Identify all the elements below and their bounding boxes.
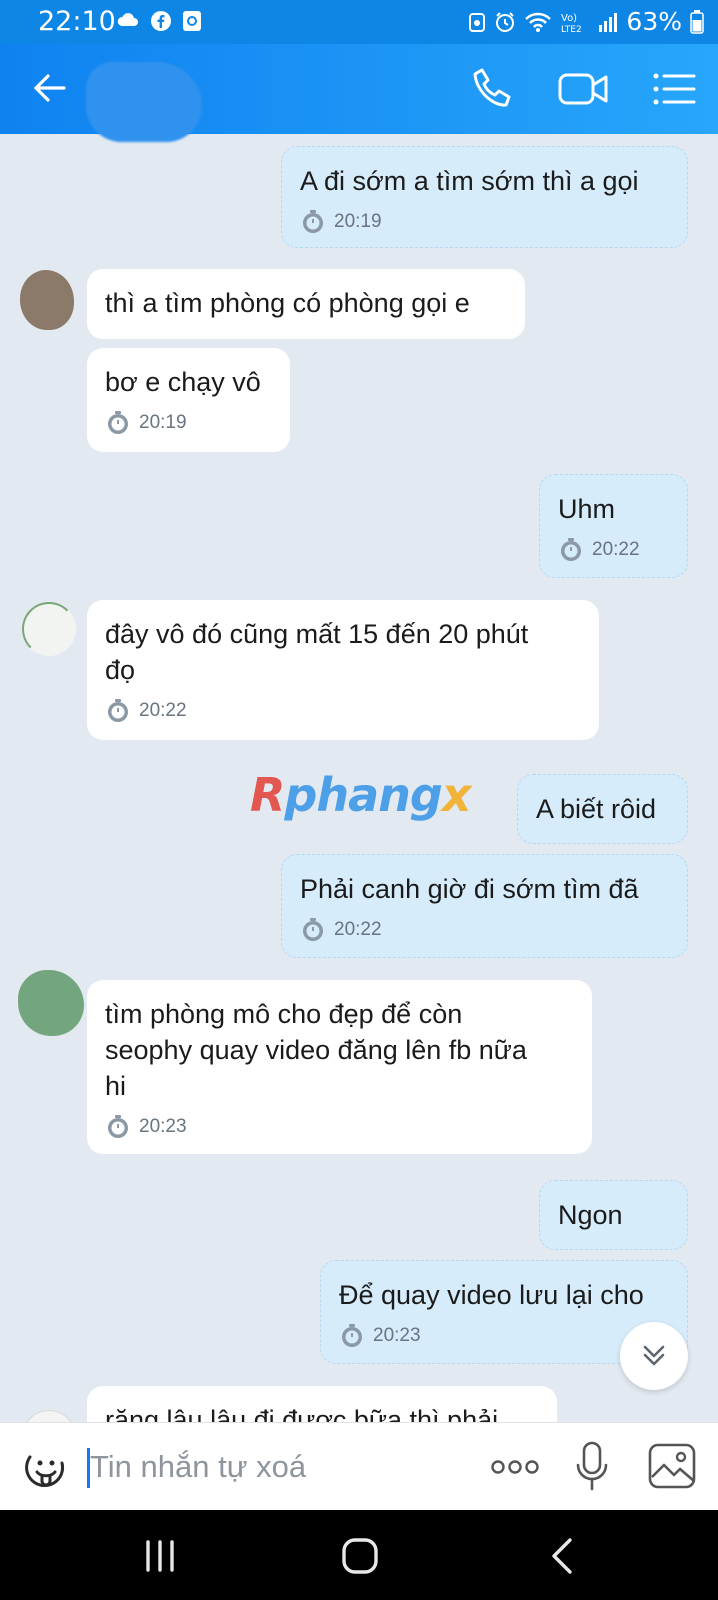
message-meta: 20:23 [105, 1114, 574, 1140]
microphone-icon[interactable] [575, 1441, 609, 1493]
message-bubble-incoming[interactable]: răng lâu lâu đi được bữa thì phải [87, 1386, 557, 1422]
sticker-emoji-icon[interactable] [22, 1443, 70, 1491]
back-arrow-icon[interactable] [30, 68, 70, 108]
watermark-logo: Rphangx [250, 768, 471, 822]
message-bubble-incoming[interactable]: bơ e chạy vô 20:19 [87, 348, 290, 452]
home-icon[interactable] [340, 1536, 380, 1576]
message-time: 20:19 [139, 412, 187, 433]
message-time: 20:22 [334, 919, 382, 940]
message-meta: 20:22 [105, 698, 581, 724]
status-right: Vo) LTE2 63% [468, 7, 704, 36]
self-destruct-timer-icon [108, 411, 128, 434]
message-bubble-outgoing[interactable]: Ngon [539, 1180, 688, 1250]
message-bubble-outgoing[interactable]: Uhm 20:22 [539, 474, 688, 578]
avatar[interactable] [20, 270, 74, 330]
volte-icon: Vo)LTE2 [561, 13, 582, 33]
message-text: A biết rôid [536, 794, 657, 824]
system-navigation-bar [0, 1510, 718, 1600]
chat-header [0, 44, 718, 142]
avatar[interactable] [22, 1410, 76, 1422]
message-meta: 20:19 [105, 410, 272, 436]
battery-percent: 63% [626, 7, 682, 36]
svg-text:Vo): Vo) [561, 13, 577, 24]
message-text: Ngon [558, 1200, 623, 1230]
back-icon[interactable] [548, 1536, 576, 1576]
chat-options-menu-icon[interactable] [652, 66, 696, 112]
message-time: 20:23 [139, 1116, 187, 1137]
message-time: 20:19 [334, 211, 382, 232]
contact-name-redacted[interactable] [86, 62, 202, 142]
battery-icon [690, 9, 704, 34]
cloud-icon [117, 13, 138, 26]
more-options-icon[interactable] [490, 1455, 540, 1479]
message-text: răng lâu lâu đi được bữa thì phải [105, 1405, 499, 1422]
message-bubble-outgoing[interactable]: Phải canh giờ đi sớm tìm đã 20:22 [281, 854, 688, 958]
message-meta: 20:19 [300, 209, 669, 235]
message-input[interactable] [90, 1443, 460, 1491]
message-text: tìm phòng mô cho đẹp để còn seophy quay … [105, 999, 527, 1101]
message-time: 20:23 [373, 1325, 421, 1346]
message-text: bơ e chạy vô [105, 367, 261, 397]
recycle-icon [469, 12, 486, 32]
message-composer [0, 1422, 718, 1510]
recent-apps-icon[interactable] [142, 1536, 178, 1576]
self-destruct-timer-icon [342, 1324, 362, 1347]
double-chevron-down-icon [643, 1345, 665, 1366]
message-bubble-outgoing[interactable]: A đi sớm a tìm sớm thì a gọi 20:19 [281, 146, 688, 248]
self-destruct-timer-icon [303, 918, 323, 941]
avatar[interactable] [18, 970, 84, 1036]
message-meta: 20:23 [339, 1323, 669, 1349]
self-destruct-timer-icon [108, 1115, 128, 1138]
svg-text:LTE2: LTE2 [561, 25, 582, 33]
app-notification-icon [183, 11, 201, 31]
message-time: 20:22 [592, 539, 640, 560]
message-meta: 20:22 [300, 917, 669, 943]
message-list[interactable]: A đi sớm a tìm sớm thì a gọi 20:19 thì a… [0, 134, 718, 1422]
avatar[interactable] [22, 602, 76, 656]
scroll-to-bottom-button[interactable] [620, 1322, 688, 1390]
message-bubble-incoming[interactable]: tìm phòng mô cho đẹp để còn seophy quay … [87, 980, 592, 1154]
self-destruct-timer-icon [108, 699, 128, 722]
message-text: đây vô đó cũng mất 15 đến 20 phút đọ [105, 619, 529, 685]
message-bubble-incoming[interactable]: đây vô đó cũng mất 15 đến 20 phút đọ 20:… [87, 600, 599, 740]
self-destruct-timer-icon [303, 210, 323, 233]
status-bar: 22:10 Vo) LTE2 63% [0, 0, 718, 44]
status-notification-icons [116, 10, 202, 32]
signal-icon [599, 12, 618, 32]
wifi-icon [525, 12, 552, 32]
video-call-icon[interactable] [558, 66, 608, 112]
message-text: Phải canh giờ đi sớm tìm đã [300, 874, 639, 904]
message-text: Uhm [558, 494, 616, 524]
message-text: thì a tìm phòng có phòng gọi e [105, 288, 470, 318]
message-time: 20:22 [139, 700, 187, 721]
self-destruct-timer-icon [561, 538, 581, 561]
message-meta: 20:22 [558, 537, 669, 563]
message-bubble-outgoing[interactable]: A biết rôid [517, 774, 688, 844]
facebook-icon [151, 11, 171, 31]
message-bubble-incoming[interactable]: thì a tìm phòng có phòng gọi e [87, 269, 525, 339]
message-text: Để quay video lưu lại cho [339, 1280, 644, 1310]
image-gallery-icon[interactable] [648, 1443, 696, 1489]
alarm-icon [496, 11, 515, 32]
message-text: A đi sớm a tìm sớm thì a gọi [300, 166, 639, 196]
phone-call-icon[interactable] [470, 66, 516, 112]
status-time: 22:10 [38, 6, 116, 37]
